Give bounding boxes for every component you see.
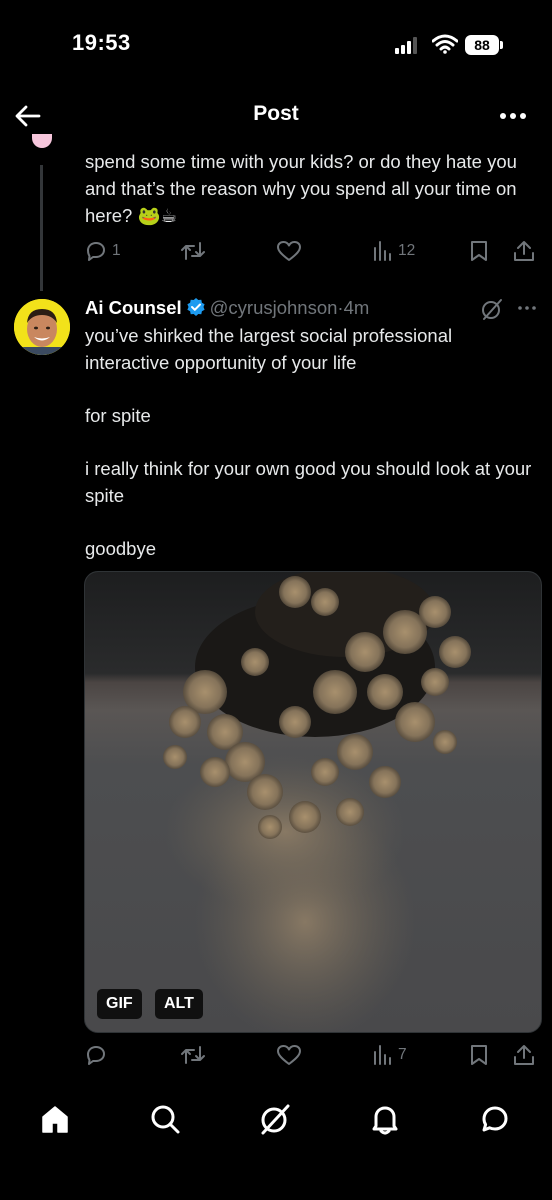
more-horizontal-icon[interactable] (496, 104, 530, 128)
post-paragraph: you’ve shirked the largest social profes… (85, 325, 453, 373)
repost-button[interactable] (180, 239, 206, 263)
explosion-smoke-image (85, 572, 541, 1032)
author-handle[interactable]: @cyrusjohnson (210, 297, 338, 318)
reply-count: 1 (112, 242, 121, 259)
bookmark-icon (471, 241, 487, 261)
grok-icon[interactable] (258, 1102, 292, 1136)
home-icon[interactable] (38, 1102, 72, 1136)
previous-post-actions: 1 12 (84, 237, 544, 265)
share-button[interactable] (512, 1043, 536, 1067)
reply-button[interactable] (84, 1043, 108, 1067)
heart-icon (277, 241, 301, 261)
search-icon[interactable] (148, 1102, 182, 1136)
previous-author-avatar[interactable] (32, 134, 52, 148)
post-actions: 7 (84, 1041, 544, 1069)
post-time: 4m (343, 297, 370, 318)
repost-icon (181, 1046, 205, 1064)
views-button[interactable]: 12 (372, 239, 415, 263)
like-button[interactable] (276, 239, 302, 263)
page-title: Post (253, 102, 299, 125)
post-paragraph: i really think for your own good you sho… (85, 458, 532, 506)
avatar[interactable] (14, 299, 70, 355)
wifi-icon (431, 34, 459, 54)
alt-text-badge[interactable]: ALT (155, 989, 203, 1019)
author-name[interactable]: Ai Counsel (85, 297, 182, 318)
bookmark-icon (471, 1045, 487, 1065)
grok-icon[interactable] (480, 297, 504, 321)
author-row: Ai Counsel @cyrusjohnson·4m (85, 295, 369, 321)
share-button[interactable] (512, 239, 536, 263)
bottom-navigation (0, 1088, 552, 1152)
views-count: 7 (398, 1046, 407, 1063)
bookmark-button[interactable] (468, 1043, 490, 1067)
thread-connector-line (40, 165, 43, 291)
messages-icon[interactable] (478, 1102, 512, 1136)
cellular-signal-icon (395, 36, 421, 54)
views-count: 12 (398, 242, 416, 259)
heart-icon (277, 1045, 301, 1065)
share-icon (514, 1045, 534, 1065)
battery-level: 88 (465, 35, 499, 55)
verified-badge-icon (187, 298, 205, 316)
repost-button[interactable] (180, 1043, 206, 1067)
post-body: you’ve shirked the largest social profes… (85, 322, 535, 588)
post-paragraph: goodbye (85, 538, 156, 559)
notifications-bell-icon[interactable] (368, 1102, 402, 1136)
reply-icon (87, 242, 105, 261)
reply-icon (87, 1046, 105, 1065)
views-button[interactable]: 7 (372, 1043, 407, 1067)
battery-indicator: 88 (465, 35, 503, 55)
like-button[interactable] (276, 1043, 302, 1067)
gif-badge: GIF (97, 989, 142, 1019)
bookmark-button[interactable] (468, 239, 490, 263)
reply-button[interactable]: 1 (84, 239, 121, 263)
views-chart-icon (374, 1045, 391, 1065)
repost-icon (181, 242, 205, 260)
status-time: 19:53 (72, 30, 131, 55)
views-chart-icon (374, 241, 391, 261)
previous-post-text: spend some time with your kids? or do th… (85, 151, 517, 226)
share-icon (514, 241, 534, 261)
more-horizontal-icon[interactable] (515, 300, 539, 316)
post-gif-media[interactable]: GIF ALT (84, 571, 542, 1033)
post-paragraph: for spite (85, 405, 151, 426)
